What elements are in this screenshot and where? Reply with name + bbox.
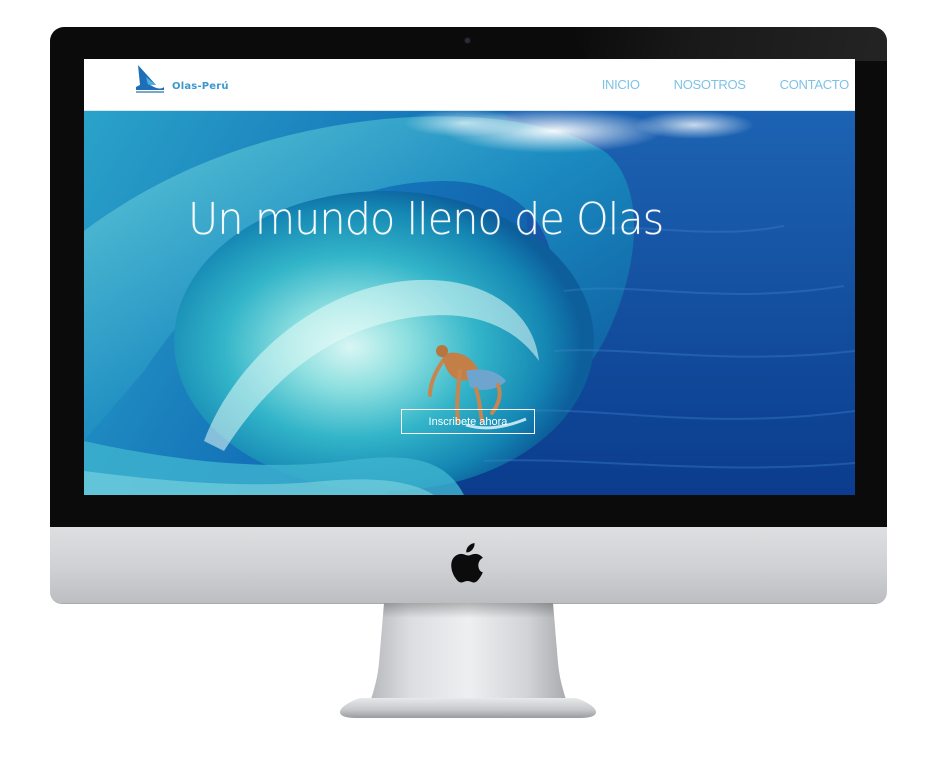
nav-link-inicio[interactable]: INICIO [602, 77, 640, 92]
main-nav: INICIO NOSOTROS CONTACTO [602, 77, 850, 92]
brand[interactable]: Olas-Perú [134, 63, 229, 95]
website-screen: Olas-Perú INICIO NOSOTROS CONTACTO Un mu… [84, 59, 855, 495]
nav-link-nosotros[interactable]: NOSOTROS [674, 77, 746, 92]
hero-title: Un mundo lleno de Olas [188, 194, 748, 246]
camera-icon [465, 38, 470, 43]
signup-button[interactable]: Inscribete ahora [401, 409, 535, 434]
mockup-stage: Olas-Perú INICIO NOSOTROS CONTACTO Un mu… [0, 0, 944, 782]
monitor-stand-base [340, 698, 596, 718]
brand-name: Olas-Perú [172, 81, 229, 92]
shark-fin-logo-icon [136, 65, 164, 93]
nav-link-contacto[interactable]: CONTACTO [780, 77, 850, 92]
bezel-glare [570, 27, 887, 61]
site-navbar: Olas-Perú INICIO NOSOTROS CONTACTO [84, 59, 855, 111]
hero-title-text: Un mundo lleno de Olas [188, 194, 664, 245]
apple-logo-icon [451, 543, 483, 583]
surfer-in-wave-image [84, 111, 855, 495]
monitor-stand [370, 603, 567, 703]
